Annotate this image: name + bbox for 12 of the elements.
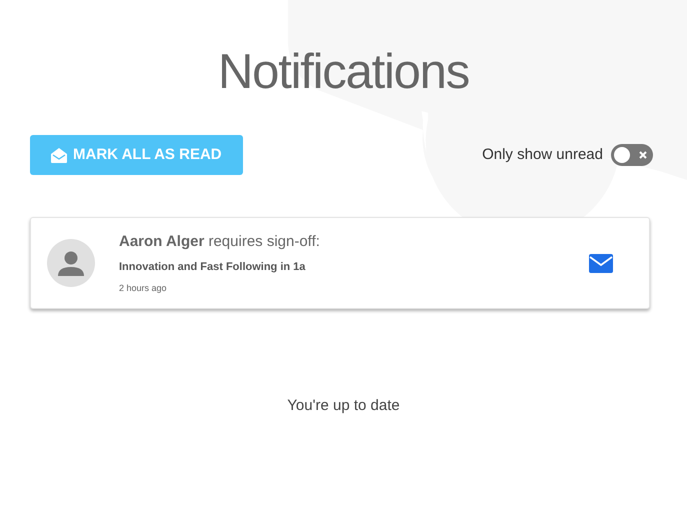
envelope-icon[interactable] [589,254,613,272]
person-icon [57,249,85,277]
filter-label: Only show unread [482,144,603,165]
notification-subject: Innovation and Fast Following in 1a [119,260,306,276]
notification-time: 2 hours ago [119,282,168,295]
close-icon [639,151,647,159]
notification-title: Aaron Alger requires sign-off: [119,232,321,252]
toggle-switch[interactable] [611,144,653,166]
open-envelope-icon [51,148,67,162]
notification-card[interactable]: Aaron Alger requires sign-off: Innovation and Fast Following in 1a 2 hours ago [30,217,650,309]
status-message: You're up to date [287,396,400,416]
page-title: Notifications [218,44,469,101]
